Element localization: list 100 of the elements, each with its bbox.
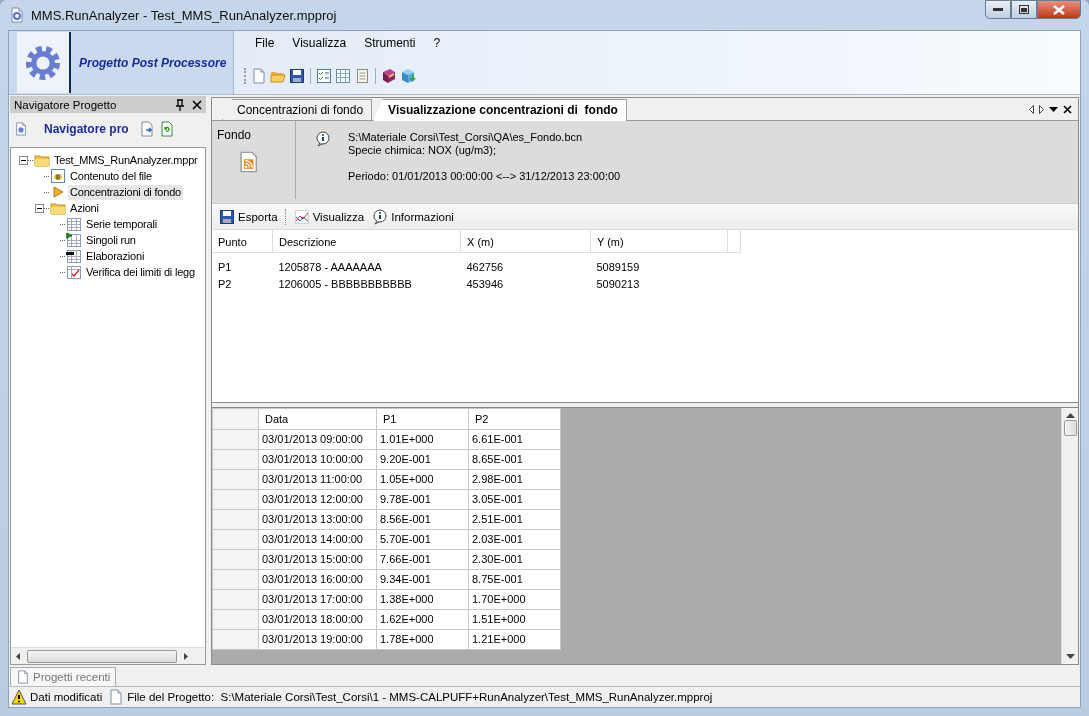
dropdown-icon[interactable] — [1049, 106, 1058, 112]
grid-icon — [66, 248, 82, 264]
grid-cell: 03/01/2013 09:00:00 — [258, 429, 377, 450]
tree-item[interactable]: Verifica dei limiti di legg — [84, 264, 197, 280]
menu-item[interactable]: Strumenti — [355, 35, 425, 51]
grid-cell: 1.62E+000 — [376, 609, 469, 630]
scroll-up-icon[interactable] — [1065, 413, 1075, 418]
tree-item[interactable]: Serie temporali — [84, 216, 159, 232]
grid-cell: 9.78E-001 — [376, 489, 469, 510]
menu-item[interactable]: ? — [424, 35, 450, 51]
toolbar-label: Navigatore pro — [44, 122, 129, 136]
expander-icon[interactable] — [19, 155, 28, 165]
table-cell: P1 — [212, 252, 273, 275]
app-subtitle: Progetto Post Processore — [79, 55, 227, 70]
grid-cell: 03/01/2013 16:00:00 — [258, 569, 377, 590]
view-button[interactable]: Visualizza — [290, 206, 368, 227]
grid-cell: 03/01/2013 19:00:00 — [258, 629, 377, 650]
grid-cell: 2.03E-001 — [468, 529, 561, 550]
save-icon — [219, 208, 235, 225]
grid-cell: 1.21E+000 — [468, 629, 561, 650]
tree-item[interactable]: Azioni — [68, 200, 101, 216]
menu-item[interactable]: File — [246, 35, 284, 51]
grid-cell: 3.05E-001 — [468, 489, 561, 510]
grid-cell: 2.30E-001 — [468, 549, 561, 570]
save-icon[interactable] — [289, 68, 305, 84]
page-icon — [108, 689, 125, 705]
tree-item[interactable]: Test_MMS_RunAnalyzer.mppr — [52, 152, 200, 168]
info-button[interactable]: Informazioni — [369, 206, 457, 227]
table-cell-text: 5090213 — [595, 276, 641, 292]
maximize-icon — [1019, 5, 1029, 14]
table-cell-text: 1206005 - BBBBBBBBBBB — [277, 276, 413, 292]
notepad-icon[interactable] — [354, 68, 370, 84]
grid-cell: 03/01/2013 18:00:00 — [258, 609, 377, 630]
scroll-left-icon[interactable] — [1029, 104, 1034, 114]
export-icon[interactable] — [138, 121, 155, 137]
scroll-right-icon[interactable] — [1039, 104, 1044, 114]
grid-cell: 1.05E+000 — [376, 469, 469, 490]
minimize-icon — [993, 7, 1003, 12]
info-icon — [372, 208, 389, 225]
close-icon[interactable] — [1063, 104, 1072, 114]
pin-icon[interactable] — [175, 98, 185, 111]
table-icon[interactable] — [335, 68, 351, 84]
document-tab[interactable]: Visualizzazione concentrazioni di fondo — [373, 99, 627, 121]
checklist-icon[interactable] — [316, 68, 332, 84]
grid-cell: 5.70E-001 — [376, 529, 469, 550]
file-path: S:\Materiale Corsi\Test_Corsi\QA\es_Fondo.bcn — [348, 131, 584, 144]
grid-cell: 03/01/2013 13:00:00 — [258, 509, 377, 530]
table-cell: 1205878 - AAAAAAA — [272, 252, 461, 275]
grid-cell: 03/01/2013 15:00:00 — [258, 549, 377, 570]
grid-check-icon — [66, 264, 82, 280]
refresh-icon[interactable] — [158, 121, 175, 137]
scroll-down-icon[interactable] — [1065, 654, 1075, 659]
close-icon — [1053, 4, 1065, 15]
grid-cell: 1.51E+000 — [468, 609, 561, 630]
recent-projects-tab[interactable]: Progetti recenti — [10, 667, 117, 686]
maximize-button[interactable] — [1011, 0, 1037, 19]
grid-cell: 8.56E-001 — [376, 509, 469, 530]
column-header[interactable]: Y (m) — [590, 230, 728, 253]
species-text: Specie chimica: NOX (ug/m3); — [348, 144, 497, 157]
table-cell: 5089159 — [590, 252, 728, 275]
tree-item[interactable]: Concentrazioni di fondo — [68, 184, 183, 200]
grid-cell: 6.61E-001 — [468, 429, 561, 450]
grid-cell: 03/01/2013 17:00:00 — [258, 589, 377, 610]
tree-item[interactable]: Elaborazioni — [84, 248, 147, 264]
column-header[interactable]: Data — [258, 408, 377, 430]
grid-icon — [66, 216, 82, 232]
folder-icon — [34, 152, 50, 168]
grid-cell: 8.65E-001 — [468, 449, 561, 470]
document-tab[interactable]: Concentrazioni di fondo — [222, 99, 373, 120]
scrollbar-thumb[interactable] — [1063, 420, 1077, 436]
table-cell-text: 453946 — [465, 276, 505, 292]
window-title: MMS.RunAnalyzer - Test_MMS_RunAnalyzer.mpproj — [31, 7, 337, 23]
period-text: Periodo: 01/01/2013 00:00:00 <--> 31/12/2013 23:00:00 — [348, 170, 621, 183]
panel-title: Navigatore Progetto — [14, 98, 118, 111]
warning-icon — [11, 689, 27, 705]
scrollbar-thumb[interactable] — [27, 649, 177, 663]
minimize-button[interactable] — [985, 0, 1011, 19]
column-header[interactable]: Descrizione — [272, 230, 461, 253]
grid-cell: 1.38E+000 — [376, 589, 469, 610]
expander-icon[interactable] — [35, 203, 44, 213]
table-cell-text: P2 — [217, 276, 233, 292]
grid-cell: 2.51E-001 — [468, 509, 561, 530]
status-text: File del Progetto: S:\Materiale Corsi\Test_Corsi\1 - MMS-CALPUFF+RunAnalyzer\Test_MMS_RunAnalyzer.mpproj — [127, 691, 713, 703]
grid-cell: 7.66E-001 — [376, 549, 469, 570]
close-button[interactable] — [1037, 0, 1081, 19]
column-header[interactable]: X (m) — [460, 230, 591, 253]
column-header[interactable]: P1 — [376, 408, 469, 430]
grid-cell: 9.20E-001 — [376, 449, 469, 470]
grid-cell: 03/01/2013 14:00:00 — [258, 529, 377, 550]
tree-item[interactable]: Contenuto del file — [68, 168, 154, 184]
tree-item[interactable]: Singoli run — [84, 232, 138, 248]
menu-item[interactable]: Visualizza — [283, 35, 356, 51]
grid-cell: 03/01/2013 12:00:00 — [258, 489, 377, 510]
info-icon — [315, 131, 331, 147]
close-icon[interactable] — [192, 99, 202, 110]
table-cell: 462756 — [460, 252, 591, 275]
column-header[interactable]: Punto — [212, 230, 273, 253]
column-header[interactable]: P2 — [468, 408, 561, 430]
grid-flag-icon — [66, 232, 82, 248]
export-button[interactable]: Esporta — [216, 206, 281, 227]
